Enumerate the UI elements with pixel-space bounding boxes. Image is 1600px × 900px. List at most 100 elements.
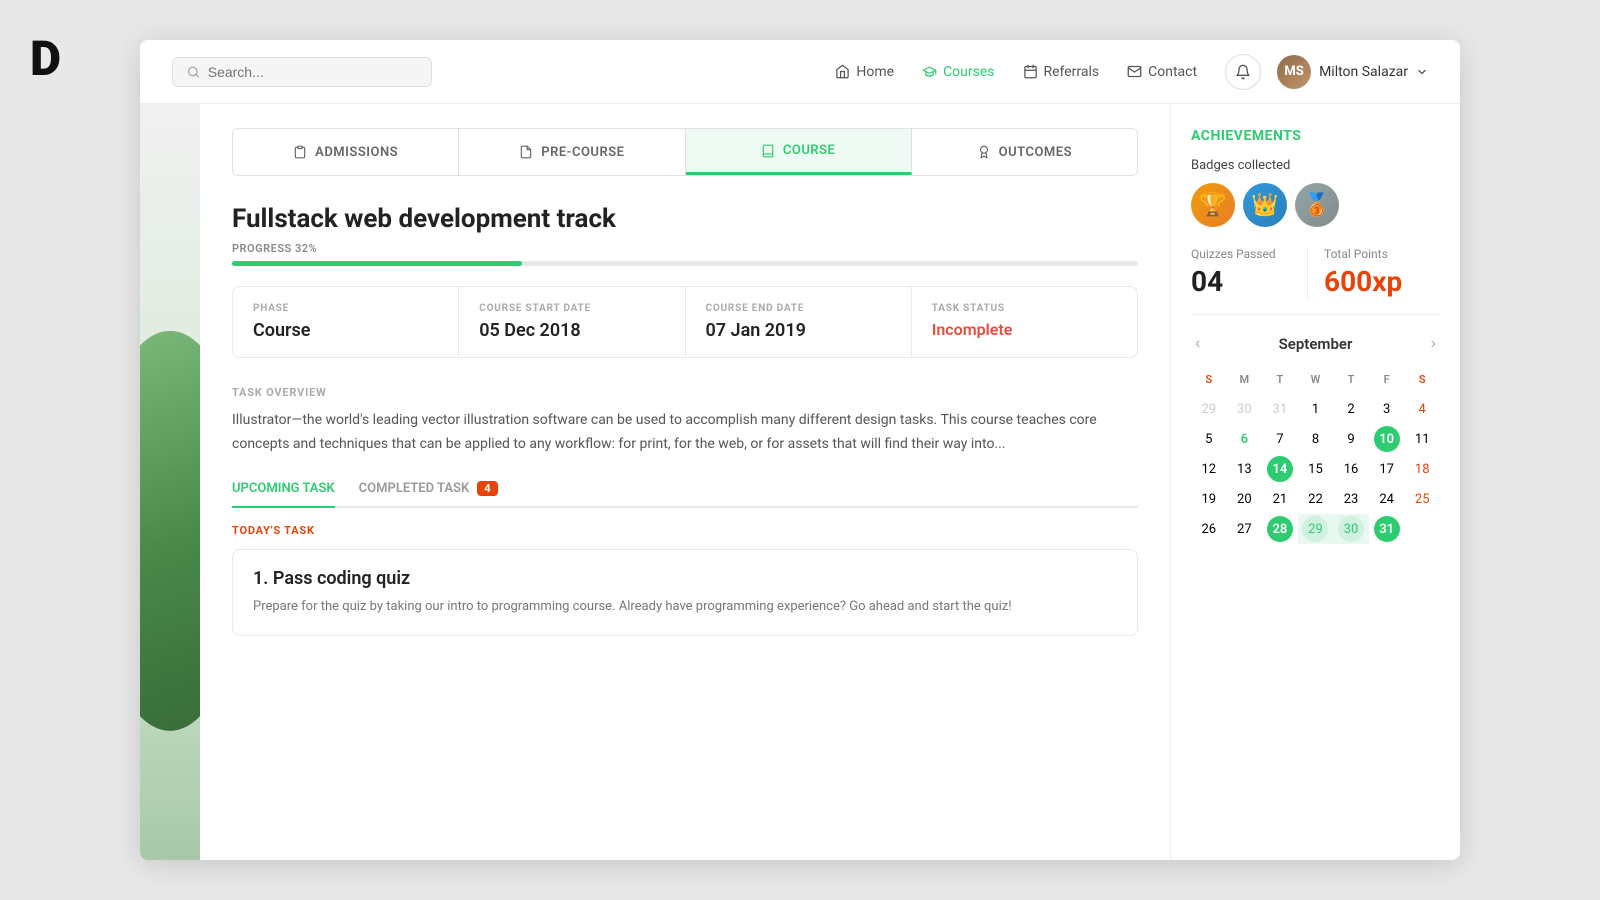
cal-cell[interactable]: 31 xyxy=(1262,394,1298,424)
search-input[interactable] xyxy=(208,64,417,80)
bell-icon xyxy=(1235,64,1251,80)
cal-cell[interactable]: 24 xyxy=(1369,484,1405,514)
cal-cell[interactable]: 23 xyxy=(1333,484,1369,514)
nav-contact[interactable]: Contact xyxy=(1127,64,1197,80)
task-tab-upcoming[interactable]: UPCOMING TASK xyxy=(232,481,335,508)
progress-label: PROGRESS 32% xyxy=(232,242,1138,255)
badge-3: 🥉 xyxy=(1295,183,1339,227)
task-card-title: 1. Pass coding quiz xyxy=(253,568,1117,589)
cal-cell[interactable]: 30 xyxy=(1227,394,1263,424)
user-name: Milton Salazar xyxy=(1319,64,1408,80)
calendar-grid: S M T W T F S 29 30 31 1 2 xyxy=(1191,369,1440,544)
info-cards: PHASE Course COURSE START DATE 05 Dec 20… xyxy=(232,286,1138,358)
calendar-prev[interactable]: ‹ xyxy=(1191,331,1204,357)
calendar-nav: ‹ September › xyxy=(1191,331,1440,357)
cal-cell[interactable]: 11 xyxy=(1404,424,1440,454)
tab-precourse[interactable]: PRE-COURSE xyxy=(459,129,685,175)
tab-outcomes[interactable]: OUTCOMES xyxy=(912,129,1137,175)
cal-cell[interactable]: 8 xyxy=(1298,424,1334,454)
progress-bar-fill xyxy=(232,261,522,266)
cal-cell[interactable]: 29 xyxy=(1191,394,1227,424)
chevron-down-icon xyxy=(1416,66,1428,78)
cal-cell-31[interactable]: 31 xyxy=(1369,514,1405,544)
cal-cell[interactable]: 15 xyxy=(1298,454,1334,484)
search-bar[interactable] xyxy=(172,57,432,87)
task-tabs: UPCOMING TASK COMPLETED TASK 4 xyxy=(232,481,1138,508)
calendar-next[interactable]: › xyxy=(1427,331,1440,357)
badge-2: 👑 xyxy=(1243,183,1287,227)
courses-icon xyxy=(922,64,937,79)
task-overview-text: Illustrator—the world's leading vector i… xyxy=(232,409,1138,457)
cal-week-1: 29 30 31 1 2 3 4 xyxy=(1191,394,1440,424)
cal-cell[interactable]: 22 xyxy=(1298,484,1334,514)
cal-week-2: 5 6 7 8 9 10 11 xyxy=(1191,424,1440,454)
cal-week-4: 19 20 21 22 23 24 25 xyxy=(1191,484,1440,514)
outer-wrapper: D Home Courses Referrals xyxy=(0,0,1600,900)
cal-cell[interactable]: 1 xyxy=(1298,394,1334,424)
nav-courses[interactable]: Courses xyxy=(922,64,994,80)
contact-icon xyxy=(1127,64,1142,79)
cal-cell[interactable]: 2 xyxy=(1333,394,1369,424)
search-icon xyxy=(187,65,200,79)
cal-cell-14[interactable]: 14 xyxy=(1262,454,1298,484)
cal-cell[interactable]: 26 xyxy=(1191,514,1227,544)
task-tab-completed[interactable]: COMPLETED TASK 4 xyxy=(359,481,498,506)
cal-cell[interactable]: 13 xyxy=(1227,454,1263,484)
cal-cell[interactable]: 4 xyxy=(1404,394,1440,424)
app-window: Home Courses Referrals Contact xyxy=(140,40,1460,860)
tab-admissions[interactable]: ADMISSIONS xyxy=(233,129,459,175)
cal-cell-today[interactable]: 10 xyxy=(1369,424,1405,454)
cal-cell[interactable]: 16 xyxy=(1333,454,1369,484)
cal-cell[interactable]: 7 xyxy=(1262,424,1298,454)
task-card: 1. Pass coding quiz Prepare for the quiz… xyxy=(232,549,1138,637)
leaf-decoration xyxy=(140,331,200,860)
info-card-end: COURSE END DATE 07 Jan 2019 xyxy=(686,287,912,357)
cal-cell[interactable]: 9 xyxy=(1333,424,1369,454)
right-panel: ACHIEVEMENTS Badges collected 🏆 👑 🥉 Quiz… xyxy=(1170,104,1460,860)
day-header-fri: F xyxy=(1369,369,1405,394)
badge-1: 🏆 xyxy=(1191,183,1235,227)
info-card-phase: PHASE Course xyxy=(233,287,459,357)
award-icon xyxy=(977,145,991,159)
main-content: ADMISSIONS PRE-COURSE COURSE OUTCOMES xyxy=(140,104,1460,860)
content-area: ADMISSIONS PRE-COURSE COURSE OUTCOMES xyxy=(200,104,1170,860)
cal-cell[interactable]: 21 xyxy=(1262,484,1298,514)
achievements-title: ACHIEVEMENTS xyxy=(1191,128,1440,144)
cal-cell-29[interactable]: 29 xyxy=(1298,514,1334,544)
cal-week-5: 26 27 28 29 30 31 xyxy=(1191,514,1440,544)
top-nav: Home Courses Referrals Contact xyxy=(140,40,1460,104)
cal-cell[interactable]: 5 xyxy=(1191,424,1227,454)
cal-cell[interactable]: 6 xyxy=(1227,424,1263,454)
cal-cell[interactable]: 12 xyxy=(1191,454,1227,484)
info-card-status: TASK STATUS Incomplete xyxy=(912,287,1137,357)
referrals-icon xyxy=(1023,64,1038,79)
nav-home[interactable]: Home xyxy=(835,64,894,80)
notifications-button[interactable] xyxy=(1225,54,1261,90)
nav-actions: MS Milton Salazar xyxy=(1225,54,1428,90)
cal-cell[interactable]: 18 xyxy=(1404,454,1440,484)
cal-cell[interactable]: 17 xyxy=(1369,454,1405,484)
nav-links: Home Courses Referrals Contact xyxy=(835,64,1197,80)
cal-week-3: 12 13 14 15 16 17 18 xyxy=(1191,454,1440,484)
cal-cell-28[interactable]: 28 xyxy=(1262,514,1298,544)
tab-course[interactable]: COURSE xyxy=(686,129,912,175)
cal-cell[interactable]: 3 xyxy=(1369,394,1405,424)
day-header-wed: W xyxy=(1298,369,1334,394)
badges-label: Badges collected xyxy=(1191,158,1440,173)
cal-cell[interactable]: 27 xyxy=(1227,514,1263,544)
day-header-sat: S xyxy=(1404,369,1440,394)
clipboard-icon xyxy=(293,145,307,159)
today-task-label: TODAY'S TASK xyxy=(232,524,1138,537)
nav-referrals[interactable]: Referrals xyxy=(1023,64,1100,80)
user-profile[interactable]: MS Milton Salazar xyxy=(1277,55,1428,89)
cal-cell[interactable]: 25 xyxy=(1404,484,1440,514)
cal-cell[interactable]: 19 xyxy=(1191,484,1227,514)
points-stat: Total Points 600xp xyxy=(1307,247,1440,298)
cal-cell[interactable]: 20 xyxy=(1227,484,1263,514)
task-overview-label: TASK OVERVIEW xyxy=(232,386,1138,399)
day-header-mon: M xyxy=(1227,369,1263,394)
cal-cell-30[interactable]: 30 xyxy=(1333,514,1369,544)
cal-cell-empty xyxy=(1404,514,1440,544)
quizzes-stat: Quizzes Passed 04 xyxy=(1191,247,1307,298)
left-sidebar xyxy=(140,104,200,860)
